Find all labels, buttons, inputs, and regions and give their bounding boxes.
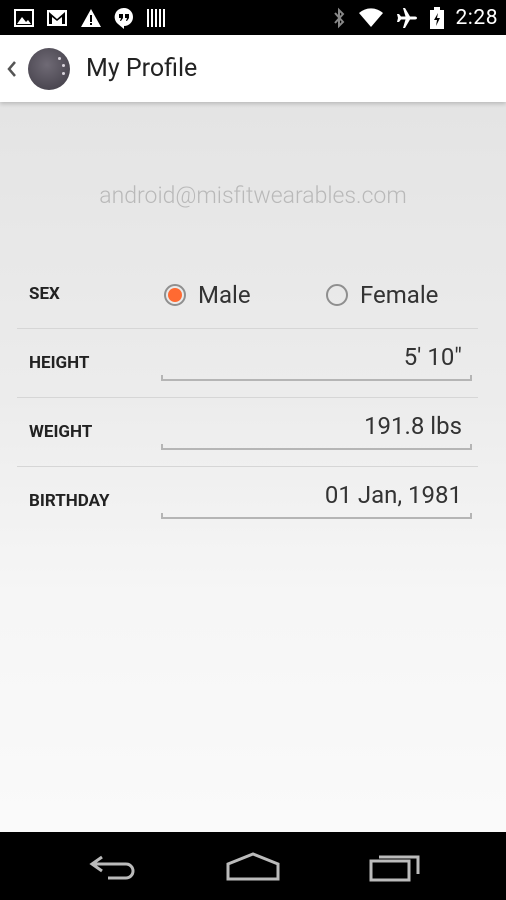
height-value: 5' 10" — [403, 343, 462, 371]
height-label: HEIGHT — [29, 353, 90, 373]
page-title: My Profile — [86, 54, 198, 83]
back-chevron-icon[interactable] — [6, 59, 20, 79]
action-bar: My Profile — [0, 35, 506, 102]
sex-label: SEX — [29, 284, 60, 304]
navigation-bar — [0, 832, 506, 900]
recents-icon[interactable] — [369, 852, 421, 882]
bluetooth-icon — [332, 7, 346, 29]
gmail-icon — [46, 9, 68, 27]
height-row: HEIGHT 5' 10" — [17, 329, 478, 398]
weight-field[interactable]: 191.8 lbs — [161, 410, 472, 450]
status-time: 2:28 — [455, 5, 498, 30]
radio-selected-icon — [164, 284, 186, 306]
status-bar: 2:28 — [0, 0, 506, 35]
profile-form: SEX Male Female HEIGHT 5' 10" WEIGHT 191… — [17, 260, 478, 535]
warning-icon — [80, 8, 102, 28]
system-icons: 2:28 — [332, 6, 506, 30]
birthday-label: BIRTHDAY — [29, 491, 110, 511]
weight-value: 191.8 lbs — [364, 412, 462, 440]
female-option-label: Female — [360, 281, 439, 309]
sex-radio-female[interactable]: Female — [326, 281, 438, 309]
weight-row: WEIGHT 191.8 lbs — [17, 398, 478, 467]
profile-content: android@misfitwearables.com SEX Male Fem… — [0, 102, 506, 832]
home-icon[interactable] — [226, 852, 280, 882]
sex-radio-male[interactable]: Male — [164, 281, 251, 309]
radio-unselected-icon — [326, 284, 348, 306]
birthday-field[interactable]: 01 Jan, 1981 — [161, 479, 472, 519]
weight-label: WEIGHT — [29, 422, 93, 442]
hangouts-icon — [114, 7, 134, 29]
sex-row: SEX Male Female — [17, 260, 478, 329]
image-icon — [14, 8, 34, 27]
notification-icons — [0, 7, 166, 29]
wifi-icon — [358, 7, 384, 28]
account-email: android@misfitwearables.com — [99, 182, 407, 209]
avatar[interactable] — [28, 47, 70, 90]
barcode-icon — [146, 8, 166, 28]
radio-dot — [168, 288, 182, 302]
height-field[interactable]: 5' 10" — [161, 341, 472, 381]
battery-charging-icon — [429, 6, 444, 29]
airplane-icon — [396, 7, 418, 29]
birthday-value: 01 Jan, 1981 — [324, 481, 462, 509]
back-icon[interactable] — [88, 854, 136, 880]
male-option-label: Male — [198, 281, 251, 309]
birthday-row: BIRTHDAY 01 Jan, 1981 — [17, 467, 478, 535]
